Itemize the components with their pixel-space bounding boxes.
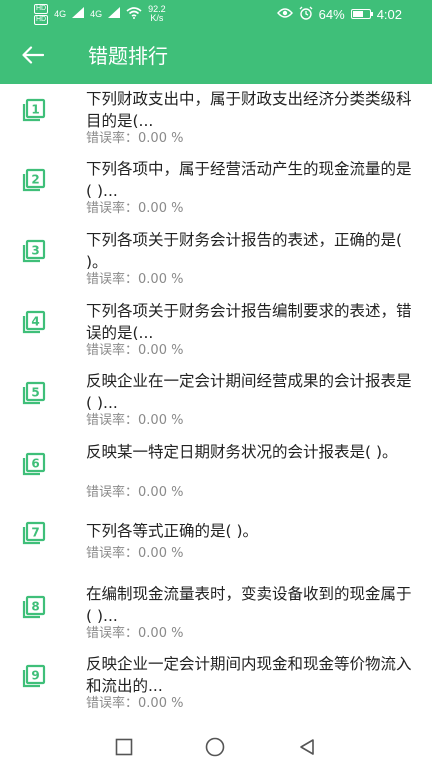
number-badge-icon: 7 <box>20 521 46 547</box>
hd-tags: HD HD <box>34 3 49 25</box>
error-rate: 错误率：0.00 % <box>86 200 183 218</box>
number-badge-text: 5 <box>31 386 39 400</box>
error-rate-label: 错误率： <box>86 343 139 358</box>
error-rate: 错误率：0.00 % <box>86 271 183 289</box>
eye-icon <box>276 7 293 22</box>
error-rate-value: 0.00 % <box>138 131 184 146</box>
error-rate: 错误率：0.00 % <box>86 342 183 360</box>
square-icon <box>115 738 133 760</box>
home-button[interactable] <box>204 737 226 761</box>
number-badge-text: 7 <box>31 526 39 540</box>
question-text: 反映企业一定会计期间内现金和现金等价物流入和流出的... <box>86 655 412 695</box>
error-rate: 错误率：0.00 % <box>86 695 183 713</box>
number-badge-icon: 2 <box>20 168 46 194</box>
status-left: HD HD 4G 4G 92.2 K/s <box>34 3 166 25</box>
number-badge-icon: 1 <box>20 98 46 124</box>
number-badge-icon: 5 <box>20 381 46 407</box>
net-speed-unit: K/s <box>150 13 164 23</box>
error-rate: 错误率：0.00 % <box>86 625 183 643</box>
alarm-icon <box>299 6 313 23</box>
question-list: 1 下列财政支出中，属于财政支出经济分类类级科目的是(... 错误率：0.00 % 2… <box>0 84 432 730</box>
number-badge-icon: 4 <box>20 310 46 336</box>
error-rate-value: 0.00 % <box>138 696 184 711</box>
signal-icon-1 <box>72 7 85 21</box>
error-rate: 错误率：0.00 % <box>86 130 183 148</box>
number-badge-text: 4 <box>31 315 39 329</box>
triangle-back-icon <box>298 738 316 760</box>
wifi-icon <box>126 6 142 22</box>
question-item[interactable]: 8 在编制现金流量表时，变卖设备收到的现金属于( )... 错误率：0.00 % <box>0 579 432 649</box>
number-badge-icon: 9 <box>20 664 46 690</box>
clock: 4:02 <box>376 6 402 22</box>
question-text: 反映某一特定日期财务状况的会计报表是( )。 <box>86 443 398 461</box>
error-rate-label: 错误率： <box>86 413 139 428</box>
error-rate-value: 0.00 % <box>138 485 184 500</box>
number-badge-text: 9 <box>31 669 39 683</box>
error-rate-value: 0.00 % <box>138 272 184 287</box>
number-badge-icon: 6 <box>20 452 46 478</box>
number-badge-text: 1 <box>31 103 39 117</box>
question-item[interactable]: 3 下列各项关于财务会计报告的表述，正确的是( )。 错误率：0.00 % <box>0 225 432 295</box>
back-button[interactable] <box>16 40 50 74</box>
question-item[interactable]: 6 反映某一特定日期财务状况的会计报表是( )。 错误率：0.00 % <box>0 437 432 507</box>
number-badge-icon: 3 <box>20 239 46 265</box>
error-rate-label: 错误率： <box>86 485 139 500</box>
error-rate-value: 0.00 % <box>138 626 184 641</box>
error-rate: 错误率：0.00 % <box>86 545 183 563</box>
question-text: 在编制现金流量表时，变卖设备收到的现金属于( )... <box>86 585 412 625</box>
status-bar: HD HD 4G 4G 92.2 K/s 64% 4:02 <box>0 0 432 28</box>
app-bar: 错题排行 <box>0 28 432 84</box>
question-text: 下列各项关于财务会计报告的表述，正确的是( )。 <box>86 231 403 271</box>
question-item[interactable]: 7 下列各等式正确的是( )。 错误率：0.00 % <box>0 508 432 578</box>
question-text: 反映企业在一定会计期间经营成果的会计报表是( )... <box>86 372 412 412</box>
question-item[interactable]: 2 下列各项中，属于经营活动产生的现金流量的是( )... 错误率：0.00 % <box>0 154 432 224</box>
net-speed: 92.2 K/s <box>148 5 166 23</box>
question-text: 下列各项中，属于经营活动产生的现金流量的是( )... <box>86 160 412 200</box>
error-rate-value: 0.00 % <box>138 201 184 216</box>
hd-tag-2: HD <box>34 14 49 25</box>
error-rate-label: 错误率： <box>86 272 139 287</box>
error-rate-label: 错误率： <box>86 696 139 711</box>
number-badge-text: 2 <box>31 173 39 187</box>
number-badge-text: 6 <box>31 457 39 471</box>
signal-label-2: 4G <box>90 9 103 19</box>
system-nav-bar <box>0 730 432 768</box>
number-badge-icon: 8 <box>20 595 46 621</box>
error-rate-label: 错误率： <box>86 546 139 561</box>
nav-back-button[interactable] <box>296 738 318 760</box>
error-rate-label: 错误率： <box>86 201 139 216</box>
battery-fill <box>352 11 363 17</box>
number-badge-text: 3 <box>31 244 39 258</box>
error-rate-value: 0.00 % <box>138 413 184 428</box>
battery-icon <box>350 9 373 19</box>
question-item[interactable]: 1 下列财政支出中，属于财政支出经济分类类级科目的是(... 错误率：0.00 % <box>0 84 432 154</box>
question-text: 下列各项关于财务会计报告编制要求的表述，错误的是(... <box>86 302 412 342</box>
signal-label-1: 4G <box>54 9 67 19</box>
error-rate-label: 错误率： <box>86 131 139 146</box>
error-rate-label: 错误率： <box>86 626 139 641</box>
error-rate: 错误率：0.00 % <box>86 484 183 502</box>
question-item[interactable]: 4 下列各项关于财务会计报告编制要求的表述，错误的是(... 错误率：0.00 % <box>0 296 432 366</box>
page-title: 错题排行 <box>88 44 168 68</box>
circle-icon <box>205 737 225 761</box>
battery-text: 64% <box>318 6 345 22</box>
signal-icon-2 <box>108 7 121 21</box>
error-rate: 错误率：0.00 % <box>86 412 183 430</box>
error-rate-value: 0.00 % <box>138 343 184 358</box>
question-item[interactable]: 5 反映企业在一定会计期间经营成果的会计报表是( )... 错误率：0.00 % <box>0 366 432 436</box>
error-rate-value: 0.00 % <box>138 546 184 561</box>
number-badge-text: 8 <box>31 600 39 614</box>
question-item[interactable]: 9 反映企业一定会计期间内现金和现金等价物流入和流出的... 错误率：0.00 % <box>0 649 432 719</box>
question-text: 下列各等式正确的是( )。 <box>86 522 259 540</box>
arrow-left-icon <box>22 46 45 68</box>
hd-tag-1: HD <box>34 3 49 14</box>
status-right: 64% 4:02 <box>276 3 402 25</box>
recent-apps-button[interactable] <box>113 738 135 760</box>
question-text: 下列财政支出中，属于财政支出经济分类类级科目的是(... <box>86 90 412 130</box>
